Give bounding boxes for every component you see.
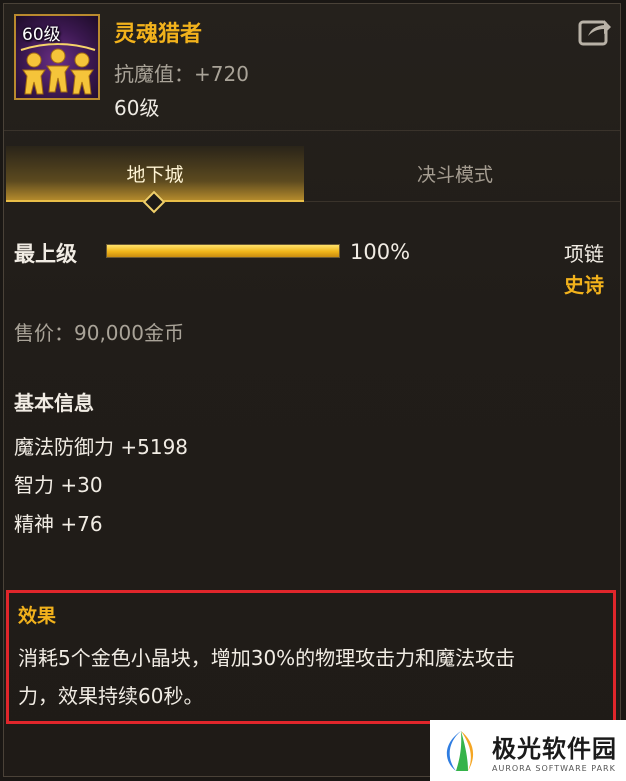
- effect-line-1: 消耗5个金色小晶块，增加30%的物理攻击力和魔法攻击: [18, 646, 516, 670]
- effect-line-2: 力，效果持续60秒。: [18, 684, 204, 708]
- effect-title: 效果: [18, 605, 57, 627]
- magic-resist-stat: 抗魔值：+720: [114, 62, 249, 86]
- watermark-cn: 极光软件园: [492, 734, 617, 763]
- tab-duel-mode[interactable]: 决斗模式: [306, 146, 604, 200]
- basic-info-title: 基本信息: [14, 391, 94, 415]
- share-button[interactable]: [578, 16, 612, 46]
- grade-progress-bar: [106, 244, 340, 258]
- grade-label: 最上级: [14, 242, 77, 266]
- item-level: 60级: [114, 96, 160, 120]
- grade-percent: 100%: [350, 240, 411, 264]
- item-name: 灵魂猎者: [114, 22, 203, 47]
- tab-divider: [304, 201, 620, 202]
- icon-level-label: 60级: [22, 25, 61, 45]
- item-tooltip-panel: 60级 灵魂猎者 抗魔值：+720 60级 地下城 决斗模式 最上级 100% …: [3, 3, 621, 777]
- aurora-logo-icon: [446, 730, 474, 771]
- attribute-line: 智力 +30: [14, 473, 103, 497]
- share-arrow-icon: [578, 20, 611, 46]
- grade-progress-fill: [107, 245, 339, 257]
- slot-type: 项链: [564, 242, 604, 266]
- effect-highlight-box: 效果 消耗5个金色小晶块，增加30%的物理攻击力和魔法攻击 力，效果持续60秒。: [6, 590, 616, 724]
- sell-price: 售价：90,000金币: [14, 321, 184, 345]
- watermark-en: AURORA SOFTWARE PARK: [492, 763, 616, 773]
- watermark: 极光软件园 AURORA SOFTWARE PARK: [430, 720, 626, 781]
- header-divider: [4, 130, 620, 131]
- rarity-label: 史诗: [564, 273, 604, 297]
- soul-dolls-icon: [20, 43, 96, 95]
- effect-description: 消耗5个金色小晶块，增加30%的物理攻击力和魔法攻击 力，效果持续60秒。: [18, 639, 610, 715]
- attribute-line: 精神 +76: [14, 512, 103, 536]
- attribute-line: 魔法防御力 +5198: [14, 435, 189, 459]
- item-icon[interactable]: 60级: [14, 14, 100, 100]
